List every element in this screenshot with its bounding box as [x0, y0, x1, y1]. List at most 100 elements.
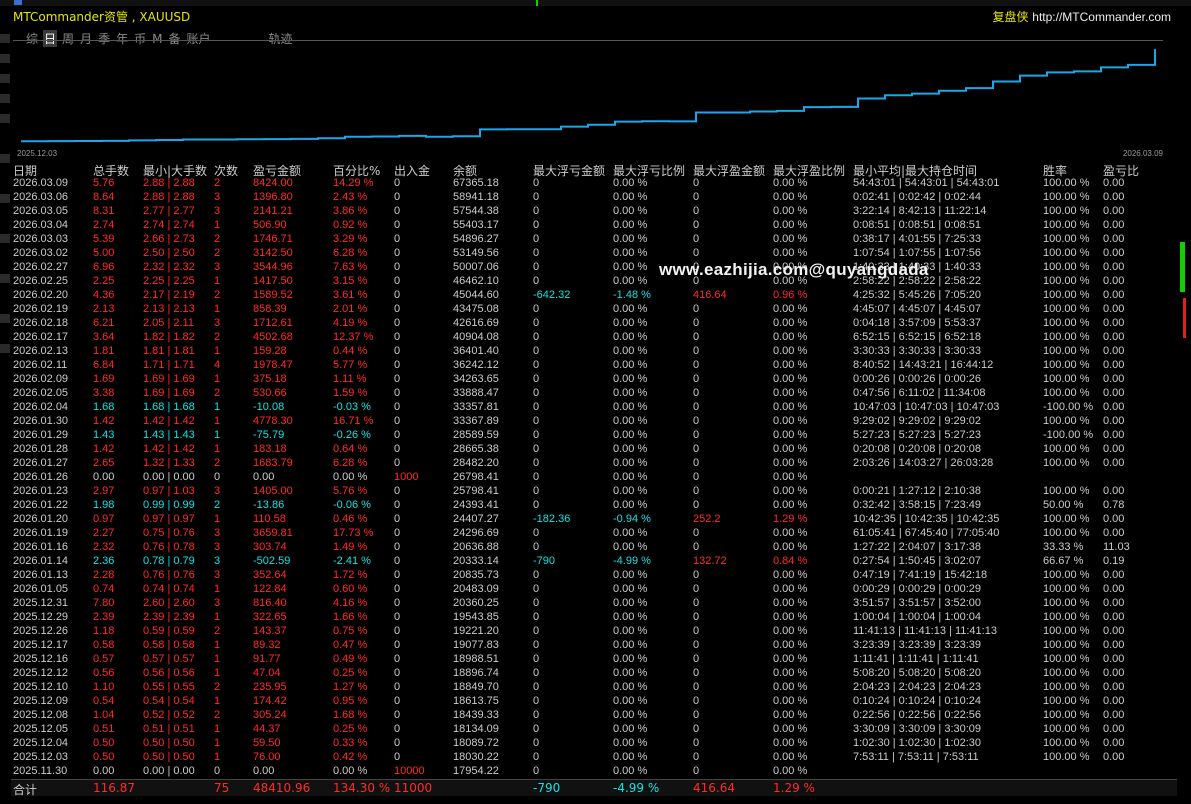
toolbar-glyph: [0, 54, 10, 63]
table-cell: 3.29 %: [333, 233, 368, 245]
table-cell: 3:30:09 | 3:30:09 | 3:30:09: [853, 723, 982, 735]
table-cell: 3544.96: [253, 261, 293, 273]
table-cell: 0.00 %: [613, 219, 648, 231]
table-row[interactable]: 2026.03.02 5.00 2.50 | 2.50 2 3142.50 6.28 % 0…: [11, 247, 1177, 261]
table-row[interactable]: 2025.12.12 0.56 0.56 | 0.56 1 47.04 0.25 % 0 18…: [11, 667, 1177, 681]
table-cell: 0.00 %: [613, 415, 648, 427]
table-row[interactable]: 2026.01.20 0.97 0.97 | 0.97 1 110.58 0.46 % 0 2…: [11, 513, 1177, 527]
table-cell: 18030.22: [453, 751, 499, 763]
table-cell: 8.64: [93, 191, 115, 203]
table-row[interactable]: 2026.01.26 0.00 0.00 | 0.00 0 0.00 0.00 % 1000…: [11, 471, 1177, 485]
table-cell: 0: [693, 765, 700, 777]
table-cell: 0.92 %: [333, 219, 368, 231]
table-row[interactable]: 2026.01.14 2.36 0.78 | 0.79 3 -502.59 -2.41 %…: [11, 555, 1177, 569]
table-row[interactable]: 2025.12.05 0.51 0.51 | 0.51 1 44.37 0.25 % 0 18…: [11, 723, 1177, 737]
table-row[interactable]: 2026.01.29 1.43 1.43 | 1.43 1 -75.79 -0.26 % 0…: [11, 429, 1177, 443]
table-cell: 3.38: [93, 387, 115, 399]
table-row[interactable]: 2026.02.09 1.69 1.69 | 1.69 1 375.18 1.11 % 0 3…: [11, 373, 1177, 387]
table-row[interactable]: 2026.03.05 8.31 2.77 | 2.77 3 2141.21 3.86 % 0…: [11, 205, 1177, 219]
table-cell: 1:02:30 | 1:02:30 | 1:02:30: [853, 737, 982, 749]
table-cell: 100.00 %: [1043, 527, 1090, 539]
table-cell: 42616.69: [453, 317, 499, 329]
table-row[interactable]: 2025.12.17 0.58 0.58 | 0.58 1 89.32 0.47 % 0 19…: [11, 639, 1177, 653]
table-row[interactable]: 2026.02.25 2.25 2.25 | 2.25 1 1417.50 3.15 % 0…: [11, 275, 1177, 289]
table-cell: 2026.02.09: [13, 373, 69, 385]
table-cell: 1.49 %: [333, 541, 368, 553]
table-row[interactable]: 2025.12.09 0.54 0.54 | 0.54 1 174.42 0.95 % 0 1…: [11, 695, 1177, 709]
table-row[interactable]: 2026.01.19 2.27 0.75 | 0.76 3 3659.81 17.73 %…: [11, 527, 1177, 541]
table-cell: 2026.01.27: [13, 457, 69, 469]
table-row[interactable]: 2025.12.03 0.50 0.50 | 0.50 1 76.00 0.42 % 0 18…: [11, 751, 1177, 765]
table-row[interactable]: 2025.12.31 7.80 2.60 | 2.60 3 816.40 4.16 % 0 2…: [11, 597, 1177, 611]
table-row[interactable]: 2026.03.03 5.39 2.66 | 2.73 2 1746.71 3.29 % 0…: [11, 233, 1177, 247]
toolbar-glyph: [0, 34, 10, 43]
table-cell: 1: [214, 583, 221, 595]
table-cell: -0.94 %: [613, 513, 651, 525]
table-cell: 0.00: [1103, 275, 1125, 287]
table-row[interactable]: 2025.12.08 1.04 0.52 | 0.52 2 305.24 1.68 % 0 1…: [11, 709, 1177, 723]
table-cell: 0: [394, 527, 401, 539]
table-cell: 0: [533, 177, 540, 189]
table-row[interactable]: 2026.01.22 1.98 0.99 | 0.99 2 -13.86 -0.06 % 0…: [11, 499, 1177, 513]
table-row[interactable]: 2025.12.10 1.10 0.55 | 0.55 2 235.95 1.27 % 0 1…: [11, 681, 1177, 695]
table-row[interactable]: 2026.01.28 1.42 1.42 | 1.42 1 183.18 0.64 % 0 2…: [11, 443, 1177, 457]
table-cell: 2.43 %: [333, 191, 368, 203]
table-row[interactable]: 2026.02.19 2.13 2.13 | 2.13 1 858.39 2.01 % 0 4…: [11, 303, 1177, 317]
table-cell: 0: [533, 331, 540, 343]
table-cell: 2025.12.03: [13, 751, 69, 763]
table-row[interactable]: 2026.02.18 6.21 2.05 | 2.11 3 1712.61 4.19 % 0…: [11, 317, 1177, 331]
table-row[interactable]: 2026.03.09 5.76 2.88 | 2.88 2 8424.00 14.29 %…: [11, 177, 1177, 191]
table-cell: 0: [214, 765, 221, 777]
table-row[interactable]: 2026.02.13 1.81 1.81 | 1.81 1 159.28 0.44 % 0 3…: [11, 345, 1177, 359]
table-cell: 18439.33: [453, 709, 499, 721]
table-cell: 1.18: [93, 625, 115, 637]
table-row[interactable]: 2026.01.27 2.65 1.32 | 1.33 2 1683.79 6.28 % 0…: [11, 457, 1177, 471]
table-cell: 100.00 %: [1043, 737, 1090, 749]
table-cell: 3:30:33 | 3:30:33 | 3:30:33: [853, 345, 982, 357]
table-row[interactable]: 2026.02.11 6.84 1.71 | 1.71 4 1978.47 5.77 % 0…: [11, 359, 1177, 373]
table-cell: 0: [693, 639, 700, 651]
table-cell: 0: [394, 499, 401, 511]
table-cell: 0: [693, 709, 700, 721]
table-cell: 1: [214, 611, 221, 623]
table-cell: 3: [214, 527, 221, 539]
table-row[interactable]: 2026.03.04 2.74 2.74 | 2.74 1 506.90 0.92 % 0 5…: [11, 219, 1177, 233]
table-cell: 100.00 %: [1043, 639, 1090, 651]
table-cell: 18896.74: [453, 667, 499, 679]
table-cell: 16.71 %: [333, 415, 374, 427]
table-row[interactable]: 2025.12.16 0.57 0.57 | 0.57 1 91.77 0.49 % 0 18…: [11, 653, 1177, 667]
table-row[interactable]: 2025.11.30 0.00 0.00 | 0.00 0 0.00 0.00 % 1000…: [11, 765, 1177, 779]
table-row[interactable]: 2026.01.23 2.97 0.97 | 1.03 3 1405.00 5.76 % 0…: [11, 485, 1177, 499]
table-cell: 2026.01.20: [13, 513, 69, 525]
table-cell: 0.97 | 1.03: [143, 485, 195, 497]
table-cell: 1: [214, 429, 221, 441]
table-cell: 1: [214, 653, 221, 665]
table-cell: 0.00 %: [333, 471, 368, 483]
table-cell: 0.00 %: [773, 569, 808, 581]
table-cell: 1.66 %: [333, 611, 368, 623]
table-cell: 45044.60: [453, 289, 499, 301]
table-row[interactable]: 2026.02.04 1.68 1.68 | 1.68 1 -10.08 -0.03 % 0…: [11, 401, 1177, 415]
table-row[interactable]: 2025.12.29 2.39 2.39 | 2.39 1 322.65 1.66 % 0 1…: [11, 611, 1177, 625]
table-row[interactable]: 2026.02.17 3.64 1.82 | 1.82 2 4502.68 12.37 %…: [11, 331, 1177, 345]
table-cell: 0.00: [1103, 233, 1125, 245]
table-row[interactable]: 2026.01.30 1.42 1.42 | 1.42 1 4778.30 16.71 %…: [11, 415, 1177, 429]
table-row[interactable]: 2026.03.06 8.64 2.88 | 2.88 3 1396.80 2.43 % 0…: [11, 191, 1177, 205]
table-cell: 2025.12.09: [13, 695, 69, 707]
table-cell: 36242.12: [453, 359, 499, 371]
table-row[interactable]: 2026.01.13 2.28 0.76 | 0.76 3 352.64 1.72 % 0 2…: [11, 569, 1177, 583]
table-row[interactable]: 2025.12.26 1.18 0.59 | 0.59 2 143.37 0.75 % 0 1…: [11, 625, 1177, 639]
table-row[interactable]: 2026.01.05 0.74 0.74 | 0.74 1 122.84 0.60 % 0 2…: [11, 583, 1177, 597]
table-cell: 0.00 %: [613, 583, 648, 595]
table-row[interactable]: 2026.02.27 6.96 2.32 | 2.32 3 3544.96 7.63 % 0…: [11, 261, 1177, 275]
brand-link[interactable]: http://MTCommander.com: [1032, 10, 1171, 24]
table-row[interactable]: 2026.02.20 4.36 2.17 | 2.19 2 1589.52 3.61 % 0…: [11, 289, 1177, 303]
table-row[interactable]: 2025.12.04 0.50 0.50 | 0.50 1 59.50 0.33 % 0 18…: [11, 737, 1177, 751]
table-row[interactable]: 2026.01.16 2.32 0.76 | 0.78 3 303.74 1.49 % 0 2…: [11, 541, 1177, 555]
table-cell: 2.50 | 2.50: [143, 247, 195, 259]
table-cell: 0: [533, 709, 540, 721]
table-row[interactable]: 2026.02.05 3.38 1.69 | 1.69 2 530.66 1.59 % 0 3…: [11, 387, 1177, 401]
table-cell: -100.00 %: [1043, 401, 1094, 413]
totals-deposit: 11000: [394, 781, 433, 795]
table-cell: 4:45:07 | 4:45:07 | 4:45:07: [853, 303, 982, 315]
